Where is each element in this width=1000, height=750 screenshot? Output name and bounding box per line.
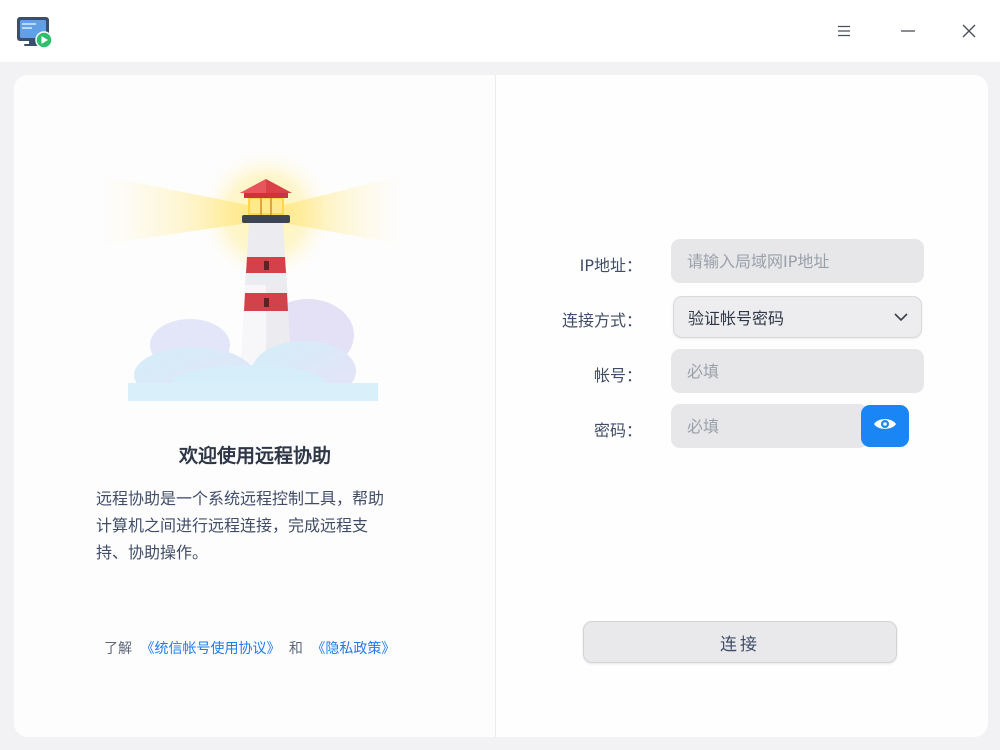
lighthouse-illustration xyxy=(98,145,404,405)
account-input[interactable] xyxy=(671,349,924,393)
legal-footer: 了解 《统信帐号使用协议》 和 《隐私政策》 xyxy=(104,638,399,658)
eye-icon xyxy=(873,416,897,436)
footer-and: 和 xyxy=(288,641,303,657)
welcome-desc-line: 持、协助操作。 xyxy=(96,543,209,562)
account-label: 帐号： xyxy=(593,366,642,385)
password-label: 密码： xyxy=(593,421,642,440)
user-agreement-link[interactable]: 《统信帐号使用协议》 xyxy=(140,641,280,657)
title-bar xyxy=(0,0,1000,62)
password-input[interactable] xyxy=(671,404,868,448)
close-icon[interactable] xyxy=(954,16,984,46)
ip-input[interactable] xyxy=(671,239,924,283)
welcome-desc-line: 远程协助是一个系统远程控制工具，帮助 xyxy=(96,489,385,508)
connection-method-value: 验证帐号密码 xyxy=(688,309,785,328)
connect-button[interactable]: 连接 xyxy=(583,621,897,663)
welcome-title: 欢迎使用远程协助 xyxy=(178,445,331,467)
connection-method-label: 连接方式： xyxy=(561,311,642,330)
welcome-desc-line: 计算机之间进行远程连接，完成远程支 xyxy=(96,516,369,535)
remote-assistance-icon xyxy=(15,15,53,51)
welcome-description: 远程协助是一个系统远程控制工具，帮助 计算机之间进行远程连接，完成远程支 持、协… xyxy=(96,485,426,566)
connection-method-select[interactable]: 验证帐号密码 xyxy=(673,296,922,338)
privacy-policy-link[interactable]: 《隐私政策》 xyxy=(311,641,395,657)
show-password-button[interactable] xyxy=(861,405,909,447)
ip-label: IP地址： xyxy=(579,256,642,275)
hamburger-menu-icon[interactable] xyxy=(829,16,859,46)
chevron-down-icon xyxy=(893,309,909,329)
welcome-pane: 欢迎使用远程协助 远程协助是一个系统远程控制工具，帮助 计算机之间进行远程连接，… xyxy=(14,75,496,737)
footer-prefix: 了解 xyxy=(104,641,132,657)
minimize-icon[interactable] xyxy=(893,16,923,46)
